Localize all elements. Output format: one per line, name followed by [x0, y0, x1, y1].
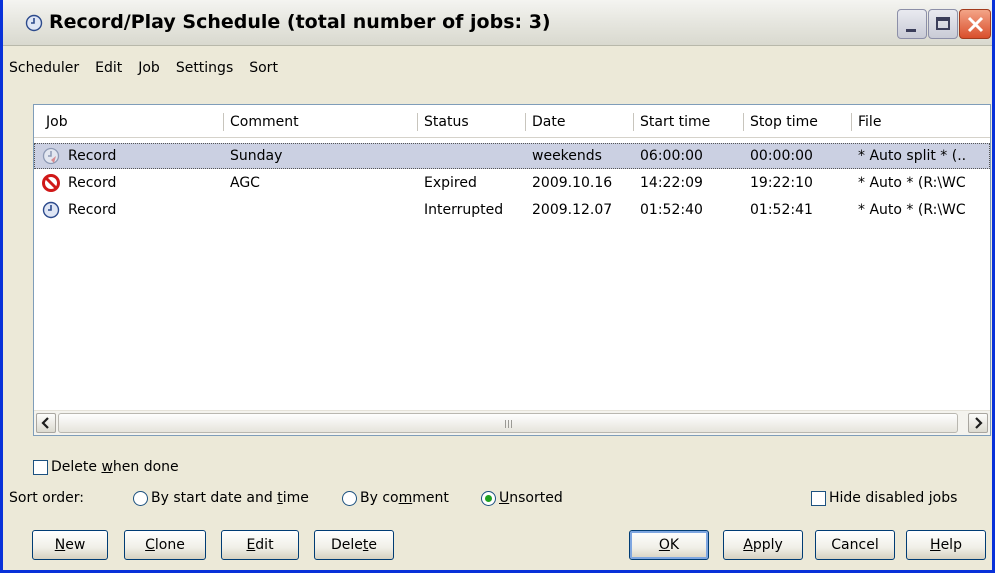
new-button[interactable]: New	[32, 530, 108, 560]
delete-when-done-checkbox[interactable]: Delete when done	[33, 459, 179, 475]
column-header-date[interactable]: Date	[526, 105, 634, 137]
column-label: Comment	[230, 114, 299, 130]
radio-circle[interactable]	[342, 490, 357, 506]
apply-button[interactable]: Apply	[723, 530, 803, 560]
column-header-file[interactable]: File	[852, 105, 990, 137]
sort-order-label: Sort order:	[9, 490, 84, 506]
expired-icon	[42, 174, 60, 192]
radio-circle[interactable]	[133, 490, 148, 506]
scroll-right-button[interactable]	[968, 413, 988, 433]
cell-comment: AGC	[230, 175, 260, 191]
list-header: Job Comment Status Date Start time Stop …	[34, 105, 990, 138]
cell-job: Record	[68, 175, 117, 191]
column-header-start-time[interactable]: Start time	[634, 105, 744, 137]
cell-comment: Sunday	[230, 148, 283, 164]
title-bar[interactable]: Record/Play Schedule (total number of jo…	[3, 0, 992, 46]
ok-button[interactable]: OK	[629, 530, 709, 560]
cancel-button[interactable]: Cancel	[815, 530, 895, 560]
arrow-left-icon	[41, 417, 49, 429]
cell-file: * Auto * (R:\WC	[858, 175, 966, 191]
help-button[interactable]: Help	[906, 530, 986, 560]
column-header-status[interactable]: Status	[418, 105, 526, 137]
edit-button[interactable]: Edit	[221, 530, 299, 560]
cell-job: Record	[68, 202, 117, 218]
column-label: Job	[46, 114, 68, 130]
clone-button[interactable]: Clone	[124, 530, 206, 560]
window-title: Record/Play Schedule (total number of jo…	[49, 11, 551, 33]
sort-by-start-radio[interactable]: By start date and time	[133, 490, 309, 506]
table-row[interactable]: Record Sunday weekends 06:00:00 00:00:00 * Au…	[34, 143, 990, 169]
clock-icon	[25, 14, 43, 32]
cell-start: 14:22:09	[640, 175, 703, 191]
cell-stop: 19:22:10	[750, 175, 813, 191]
cell-date: 2009.12.07	[532, 202, 613, 218]
cell-status: Interrupted	[424, 202, 504, 218]
cell-date: weekends	[532, 148, 602, 164]
column-header-comment[interactable]: Comment	[224, 105, 418, 137]
sort-unsorted-label: Unsorted	[499, 490, 563, 506]
cell-date: 2009.10.16	[532, 175, 613, 191]
sort-by-start-label: By start date and time	[151, 490, 309, 506]
schedule-window: Record/Play Schedule (total number of jo…	[0, 0, 995, 573]
cell-start: 01:52:40	[640, 202, 703, 218]
column-header-job[interactable]: Job	[34, 105, 224, 137]
menu-scheduler[interactable]: Scheduler	[3, 56, 87, 80]
menu-edit[interactable]: Edit	[87, 56, 130, 80]
menu-sort[interactable]: Sort	[241, 56, 286, 80]
column-label: Date	[532, 114, 566, 130]
checkbox-box[interactable]	[811, 490, 826, 506]
cell-file: * Auto * (R:\WC	[858, 202, 966, 218]
close-button[interactable]	[959, 9, 991, 39]
checkbox-box[interactable]	[33, 459, 48, 475]
cell-stop: 01:52:41	[750, 202, 813, 218]
sort-unsorted-radio[interactable]: Unsorted	[481, 490, 563, 506]
sort-by-comment-label: By comment	[360, 490, 449, 506]
clock-disabled-icon	[42, 147, 60, 165]
delete-button[interactable]: Delete	[314, 530, 394, 560]
column-label: File	[858, 114, 882, 130]
column-label: Stop time	[750, 114, 818, 130]
table-row[interactable]: Record AGC Expired 2009.10.16 14:22:09 19:22:…	[34, 170, 990, 196]
column-label: Start time	[640, 114, 711, 130]
menu-bar: Scheduler Edit Job Settings Sort	[3, 56, 992, 80]
radio-circle[interactable]	[481, 490, 496, 506]
cell-start: 06:00:00	[640, 148, 703, 164]
horizontal-scrollbar[interactable]	[34, 410, 990, 435]
grip-icon	[505, 420, 513, 428]
menu-settings[interactable]: Settings	[168, 56, 241, 80]
cell-job: Record	[68, 148, 117, 164]
clock-icon	[42, 201, 60, 219]
menu-job[interactable]: Job	[130, 56, 168, 80]
minimize-button[interactable]	[897, 9, 927, 39]
table-row[interactable]: Record Interrupted 2009.12.07 01:52:40 01:52…	[34, 197, 990, 223]
column-label: Status	[424, 114, 469, 130]
hide-disabled-jobs-label: Hide disabled jobs	[829, 490, 958, 506]
column-header-stop-time[interactable]: Stop time	[744, 105, 852, 137]
scroll-thumb[interactable]	[58, 413, 958, 433]
cell-stop: 00:00:00	[750, 148, 813, 164]
sort-by-comment-radio[interactable]: By comment	[342, 490, 449, 506]
cell-status: Expired	[424, 175, 477, 191]
cell-file: * Auto split * (..	[858, 148, 967, 164]
arrow-right-icon	[975, 417, 983, 429]
scroll-left-button[interactable]	[36, 413, 56, 433]
close-icon	[967, 16, 984, 33]
delete-when-done-label: Delete when done	[51, 459, 179, 475]
hide-disabled-jobs-checkbox[interactable]: Hide disabled jobs	[811, 490, 957, 506]
jobs-list[interactable]: Job Comment Status Date Start time Stop …	[33, 104, 991, 436]
maximize-button[interactable]	[928, 9, 958, 39]
